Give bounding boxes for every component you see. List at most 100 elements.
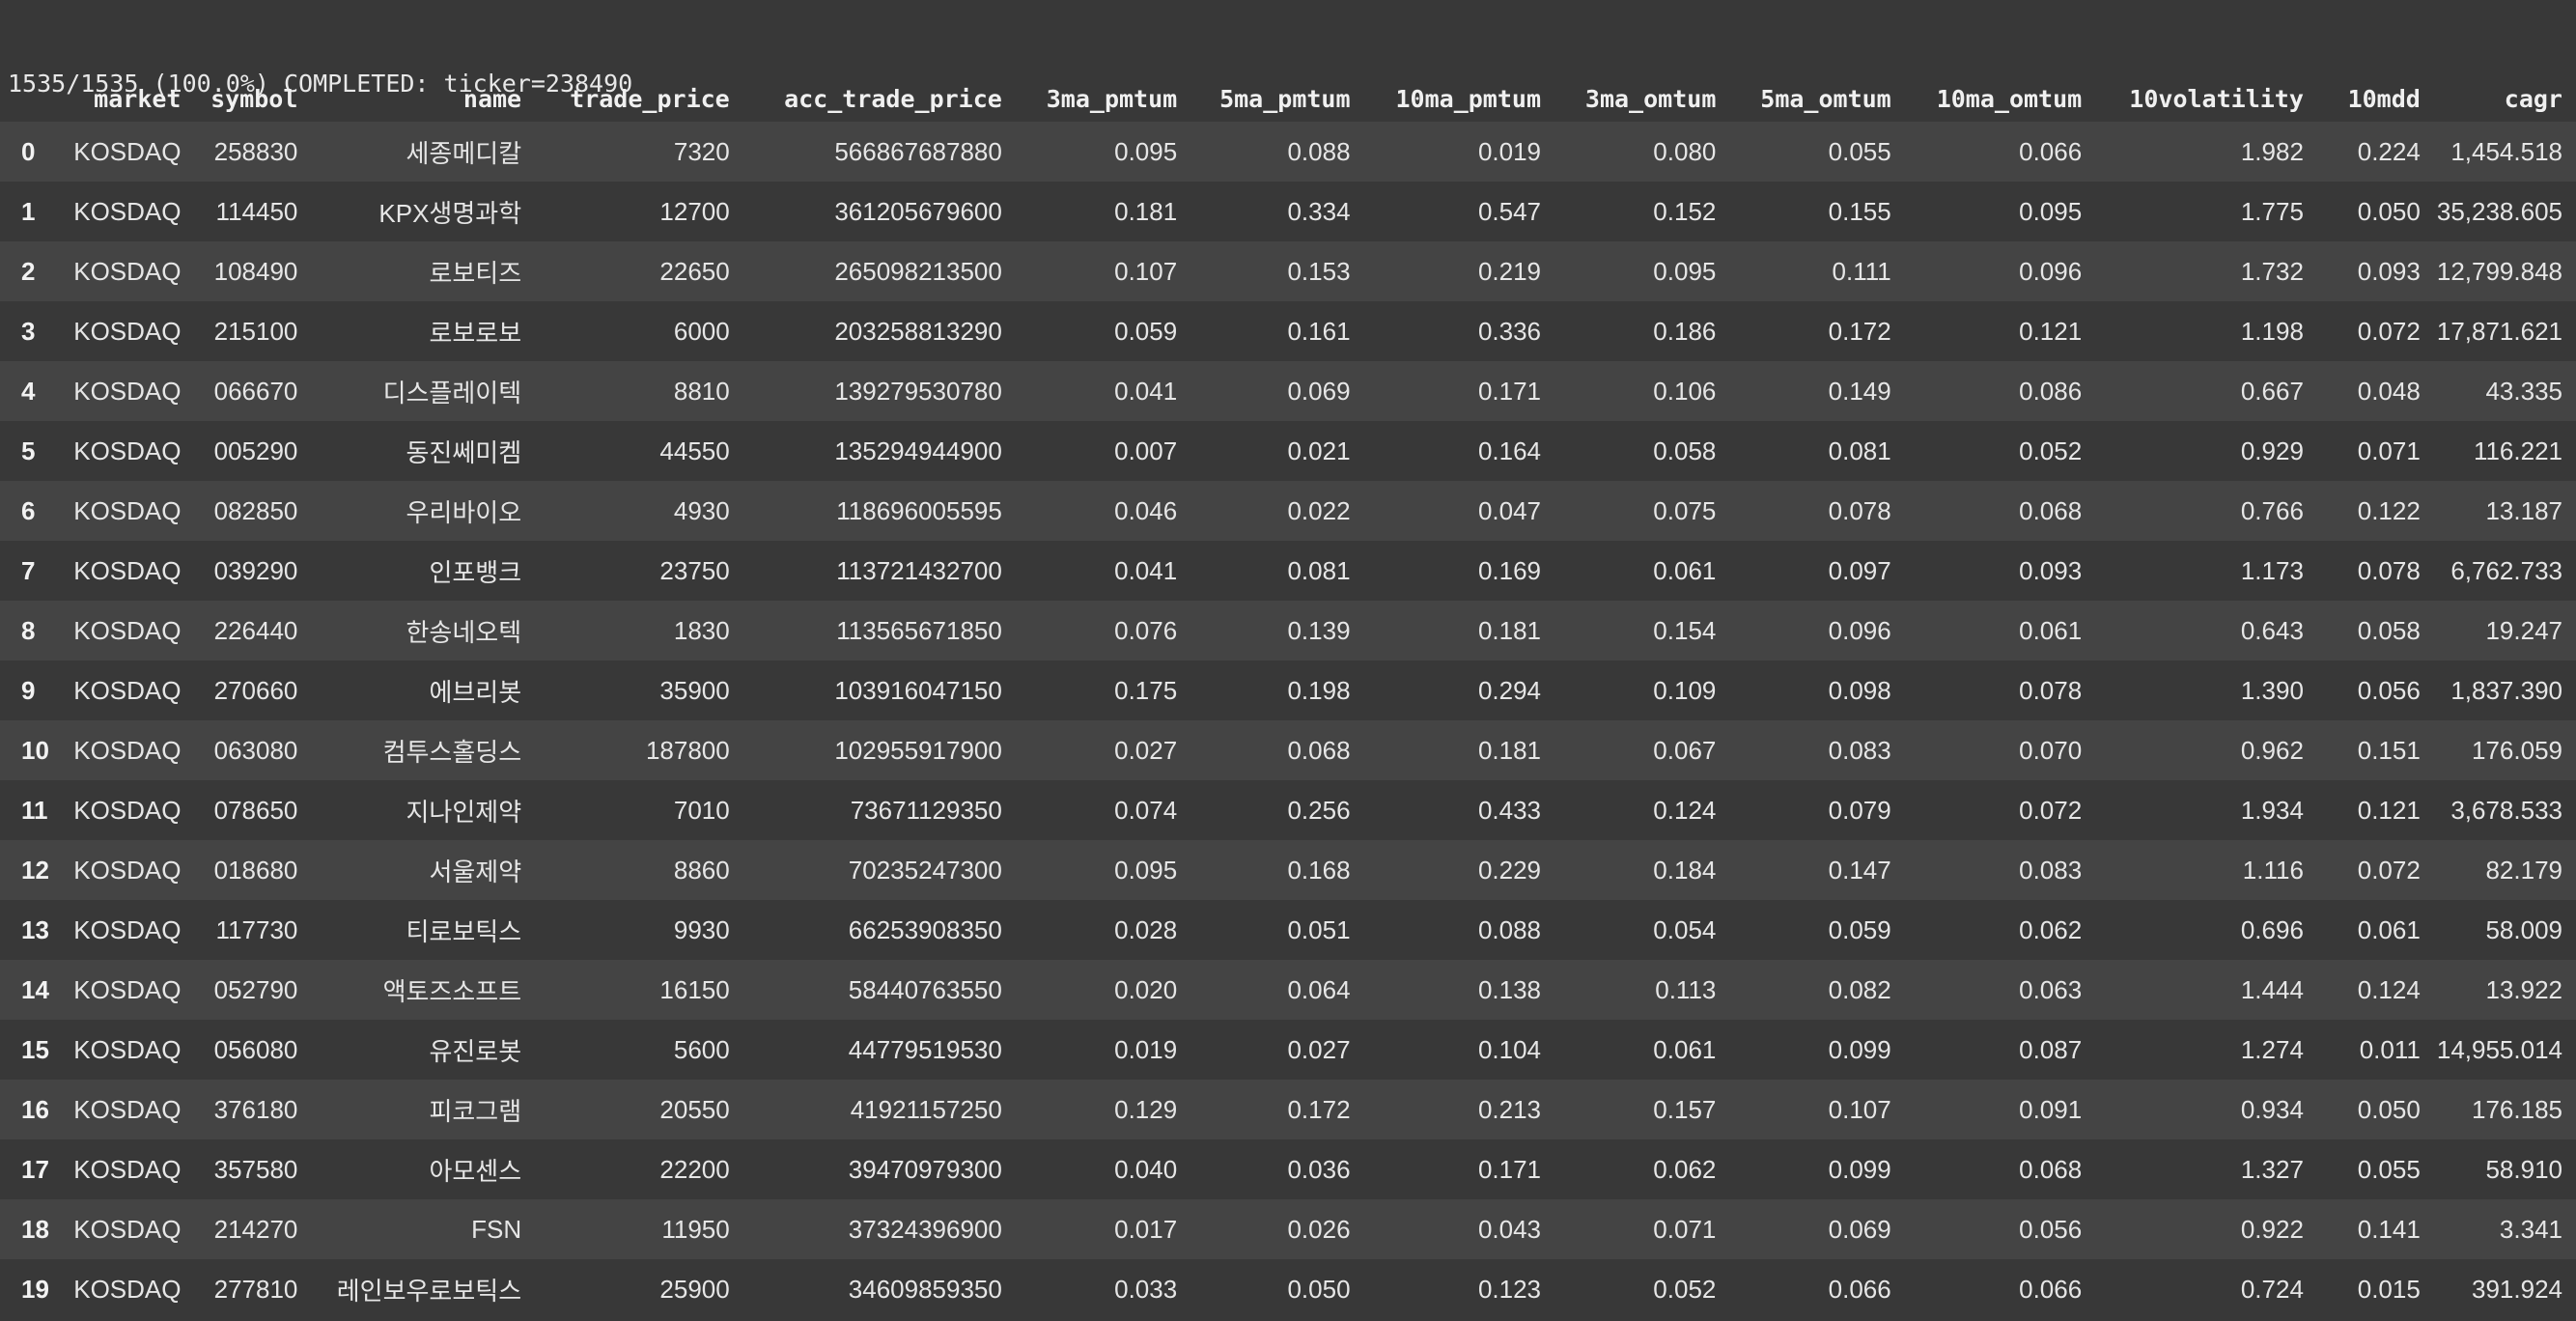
column-header-3ma-omtum: 3ma_omtum xyxy=(1584,84,1717,113)
cell-3ma-pmtum: 0.059 xyxy=(1114,316,1178,346)
cell-cagr: 1,837.390 xyxy=(2450,675,2562,705)
table-row: 14 KOSDAQ 052790 액토즈소프트 16150 58440763550 0.02… xyxy=(0,960,2576,1020)
cell-name: 지나인제약 xyxy=(406,797,522,827)
table-row: 3 KOSDAQ 215100 로보로보 6000 203258813290 0.059 0.… xyxy=(0,301,2576,361)
cell-acc-trade-price: 566867687880 xyxy=(834,136,1002,166)
cell-3ma-pmtum: 0.175 xyxy=(1114,675,1178,705)
cell-name: KPX생명과학 xyxy=(378,198,522,228)
cell-10mdd: 0.093 xyxy=(2357,256,2421,286)
cell-10ma-pmtum: 0.047 xyxy=(1477,495,1542,525)
row-index: 12 xyxy=(21,855,49,885)
cell-name: 피코그램 xyxy=(429,1096,522,1126)
cell-10ma-pmtum: 0.019 xyxy=(1477,136,1542,166)
table-row: 17 KOSDAQ 357580 아모센스 22200 39470979300 0.040 0… xyxy=(0,1139,2576,1199)
cell-10mdd: 0.121 xyxy=(2357,795,2421,825)
cell-market: KOSDAQ xyxy=(73,1154,182,1184)
cell-name: 액토즈소프트 xyxy=(382,976,522,1006)
column-header-10mdd: 10mdd xyxy=(2347,84,2421,113)
cell-10ma-omtum: 0.068 xyxy=(2019,1154,2083,1184)
cell-5ma-omtum: 0.069 xyxy=(1828,1214,1891,1244)
cell-cagr: 391.924 xyxy=(2472,1274,2562,1304)
cell-10ma-pmtum: 0.294 xyxy=(1477,675,1542,705)
table-row: 7 KOSDAQ 039290 인포뱅크 23750 113721432700 0.041 0… xyxy=(0,541,2576,601)
cell-10ma-pmtum: 0.104 xyxy=(1477,1034,1542,1064)
cell-market: KOSDAQ xyxy=(73,675,182,705)
cell-market: KOSDAQ xyxy=(73,136,182,166)
cell-cagr: 58.910 xyxy=(2485,1154,2562,1184)
cell-trade-price: 25900 xyxy=(659,1274,730,1304)
row-index: 19 xyxy=(21,1274,49,1304)
cell-3ma-pmtum: 0.107 xyxy=(1114,256,1178,286)
cell-10volatility: 1.116 xyxy=(2242,855,2304,885)
cell-10ma-omtum: 0.096 xyxy=(2019,256,2083,286)
cell-name: 인포뱅크 xyxy=(429,557,522,587)
cell-market: KOSDAQ xyxy=(73,316,182,346)
cell-symbol: 226440 xyxy=(213,615,298,645)
cell-10mdd: 0.050 xyxy=(2357,1094,2421,1124)
cell-5ma-pmtum: 0.088 xyxy=(1287,136,1351,166)
cell-name: 에브리봇 xyxy=(429,677,522,707)
dataframe-table: market symbol name trade_price acc_trade… xyxy=(0,75,2576,1319)
cell-trade-price: 187800 xyxy=(645,735,730,765)
cell-5ma-pmtum: 0.051 xyxy=(1287,914,1351,944)
table-row: 5 KOSDAQ 005290 동진쎄미켐 44550 135294944900 0.007… xyxy=(0,421,2576,481)
cell-5ma-pmtum: 0.161 xyxy=(1287,316,1351,346)
cell-market: KOSDAQ xyxy=(73,735,182,765)
cell-cagr: 12,799.848 xyxy=(2436,256,2562,286)
cell-10ma-omtum: 0.072 xyxy=(2019,795,2083,825)
cell-name: 디스플레이텍 xyxy=(382,378,522,408)
cell-symbol: 277810 xyxy=(213,1274,298,1304)
cell-5ma-pmtum: 0.334 xyxy=(1287,196,1351,226)
cell-name: 로보로보 xyxy=(429,318,522,348)
table-row: 10 KOSDAQ 063080 컴투스홀딩스 187800 102955917900 0.… xyxy=(0,720,2576,780)
cell-10ma-pmtum: 0.164 xyxy=(1477,436,1542,465)
column-header-5ma-omtum: 5ma_omtum xyxy=(1760,84,1891,113)
cell-3ma-omtum: 0.124 xyxy=(1653,795,1717,825)
cell-10volatility: 1.775 xyxy=(2240,196,2304,226)
cell-5ma-pmtum: 0.081 xyxy=(1287,555,1351,585)
cell-10ma-pmtum: 0.336 xyxy=(1477,316,1542,346)
cell-acc-trade-price: 66253908350 xyxy=(848,914,1002,944)
cell-name: 로보티즈 xyxy=(429,258,522,288)
cell-10ma-omtum: 0.091 xyxy=(2019,1094,2083,1124)
cell-10ma-omtum: 0.070 xyxy=(2019,735,2083,765)
cell-market: KOSDAQ xyxy=(73,196,182,226)
cell-symbol: 082850 xyxy=(213,495,298,525)
cell-10volatility: 1.444 xyxy=(2240,974,2304,1004)
cell-trade-price: 22650 xyxy=(659,256,730,286)
cell-cagr: 17,871.621 xyxy=(2436,316,2562,346)
cell-3ma-pmtum: 0.095 xyxy=(1114,855,1178,885)
cell-3ma-omtum: 0.080 xyxy=(1653,136,1717,166)
cell-name: 우리바이오 xyxy=(406,497,522,527)
cell-3ma-omtum: 0.109 xyxy=(1653,675,1717,705)
column-header-3ma-pmtum: 3ma_pmtum xyxy=(1046,84,1178,113)
cell-symbol: 270660 xyxy=(213,675,298,705)
cell-10volatility: 0.766 xyxy=(2240,495,2304,525)
cell-10volatility: 0.667 xyxy=(2240,376,2304,406)
cell-5ma-pmtum: 0.256 xyxy=(1287,795,1351,825)
cell-3ma-pmtum: 0.074 xyxy=(1114,795,1178,825)
cell-trade-price: 4930 xyxy=(673,495,730,525)
cell-10ma-omtum: 0.062 xyxy=(2019,914,2083,944)
cell-market: KOSDAQ xyxy=(73,1274,182,1304)
table-row: 9 KOSDAQ 270660 에브리봇 35900 103916047150 0.175 0… xyxy=(0,660,2576,720)
cell-10ma-pmtum: 0.088 xyxy=(1477,914,1542,944)
cell-10mdd: 0.056 xyxy=(2357,675,2421,705)
cell-10volatility: 1.982 xyxy=(2240,136,2304,166)
cell-3ma-pmtum: 0.040 xyxy=(1114,1154,1178,1184)
table-row: 2 KOSDAQ 108490 로보티즈 22650 265098213500 0.107 0… xyxy=(0,241,2576,301)
cell-5ma-pmtum: 0.172 xyxy=(1287,1094,1351,1124)
cell-cagr: 82.179 xyxy=(2485,855,2562,885)
cell-3ma-omtum: 0.058 xyxy=(1653,436,1717,465)
cell-5ma-pmtum: 0.139 xyxy=(1287,615,1351,645)
cell-market: KOSDAQ xyxy=(73,855,182,885)
row-index: 15 xyxy=(21,1034,49,1064)
cell-trade-price: 23750 xyxy=(659,555,730,585)
cell-trade-price: 7320 xyxy=(673,136,730,166)
cell-10ma-omtum: 0.061 xyxy=(2019,615,2083,645)
cell-5ma-omtum: 0.107 xyxy=(1828,1094,1891,1124)
cell-10volatility: 1.327 xyxy=(2240,1154,2304,1184)
row-index: 6 xyxy=(21,495,36,525)
cell-name: 레인보우로보틱스 xyxy=(336,1276,522,1306)
cell-5ma-pmtum: 0.068 xyxy=(1287,735,1351,765)
